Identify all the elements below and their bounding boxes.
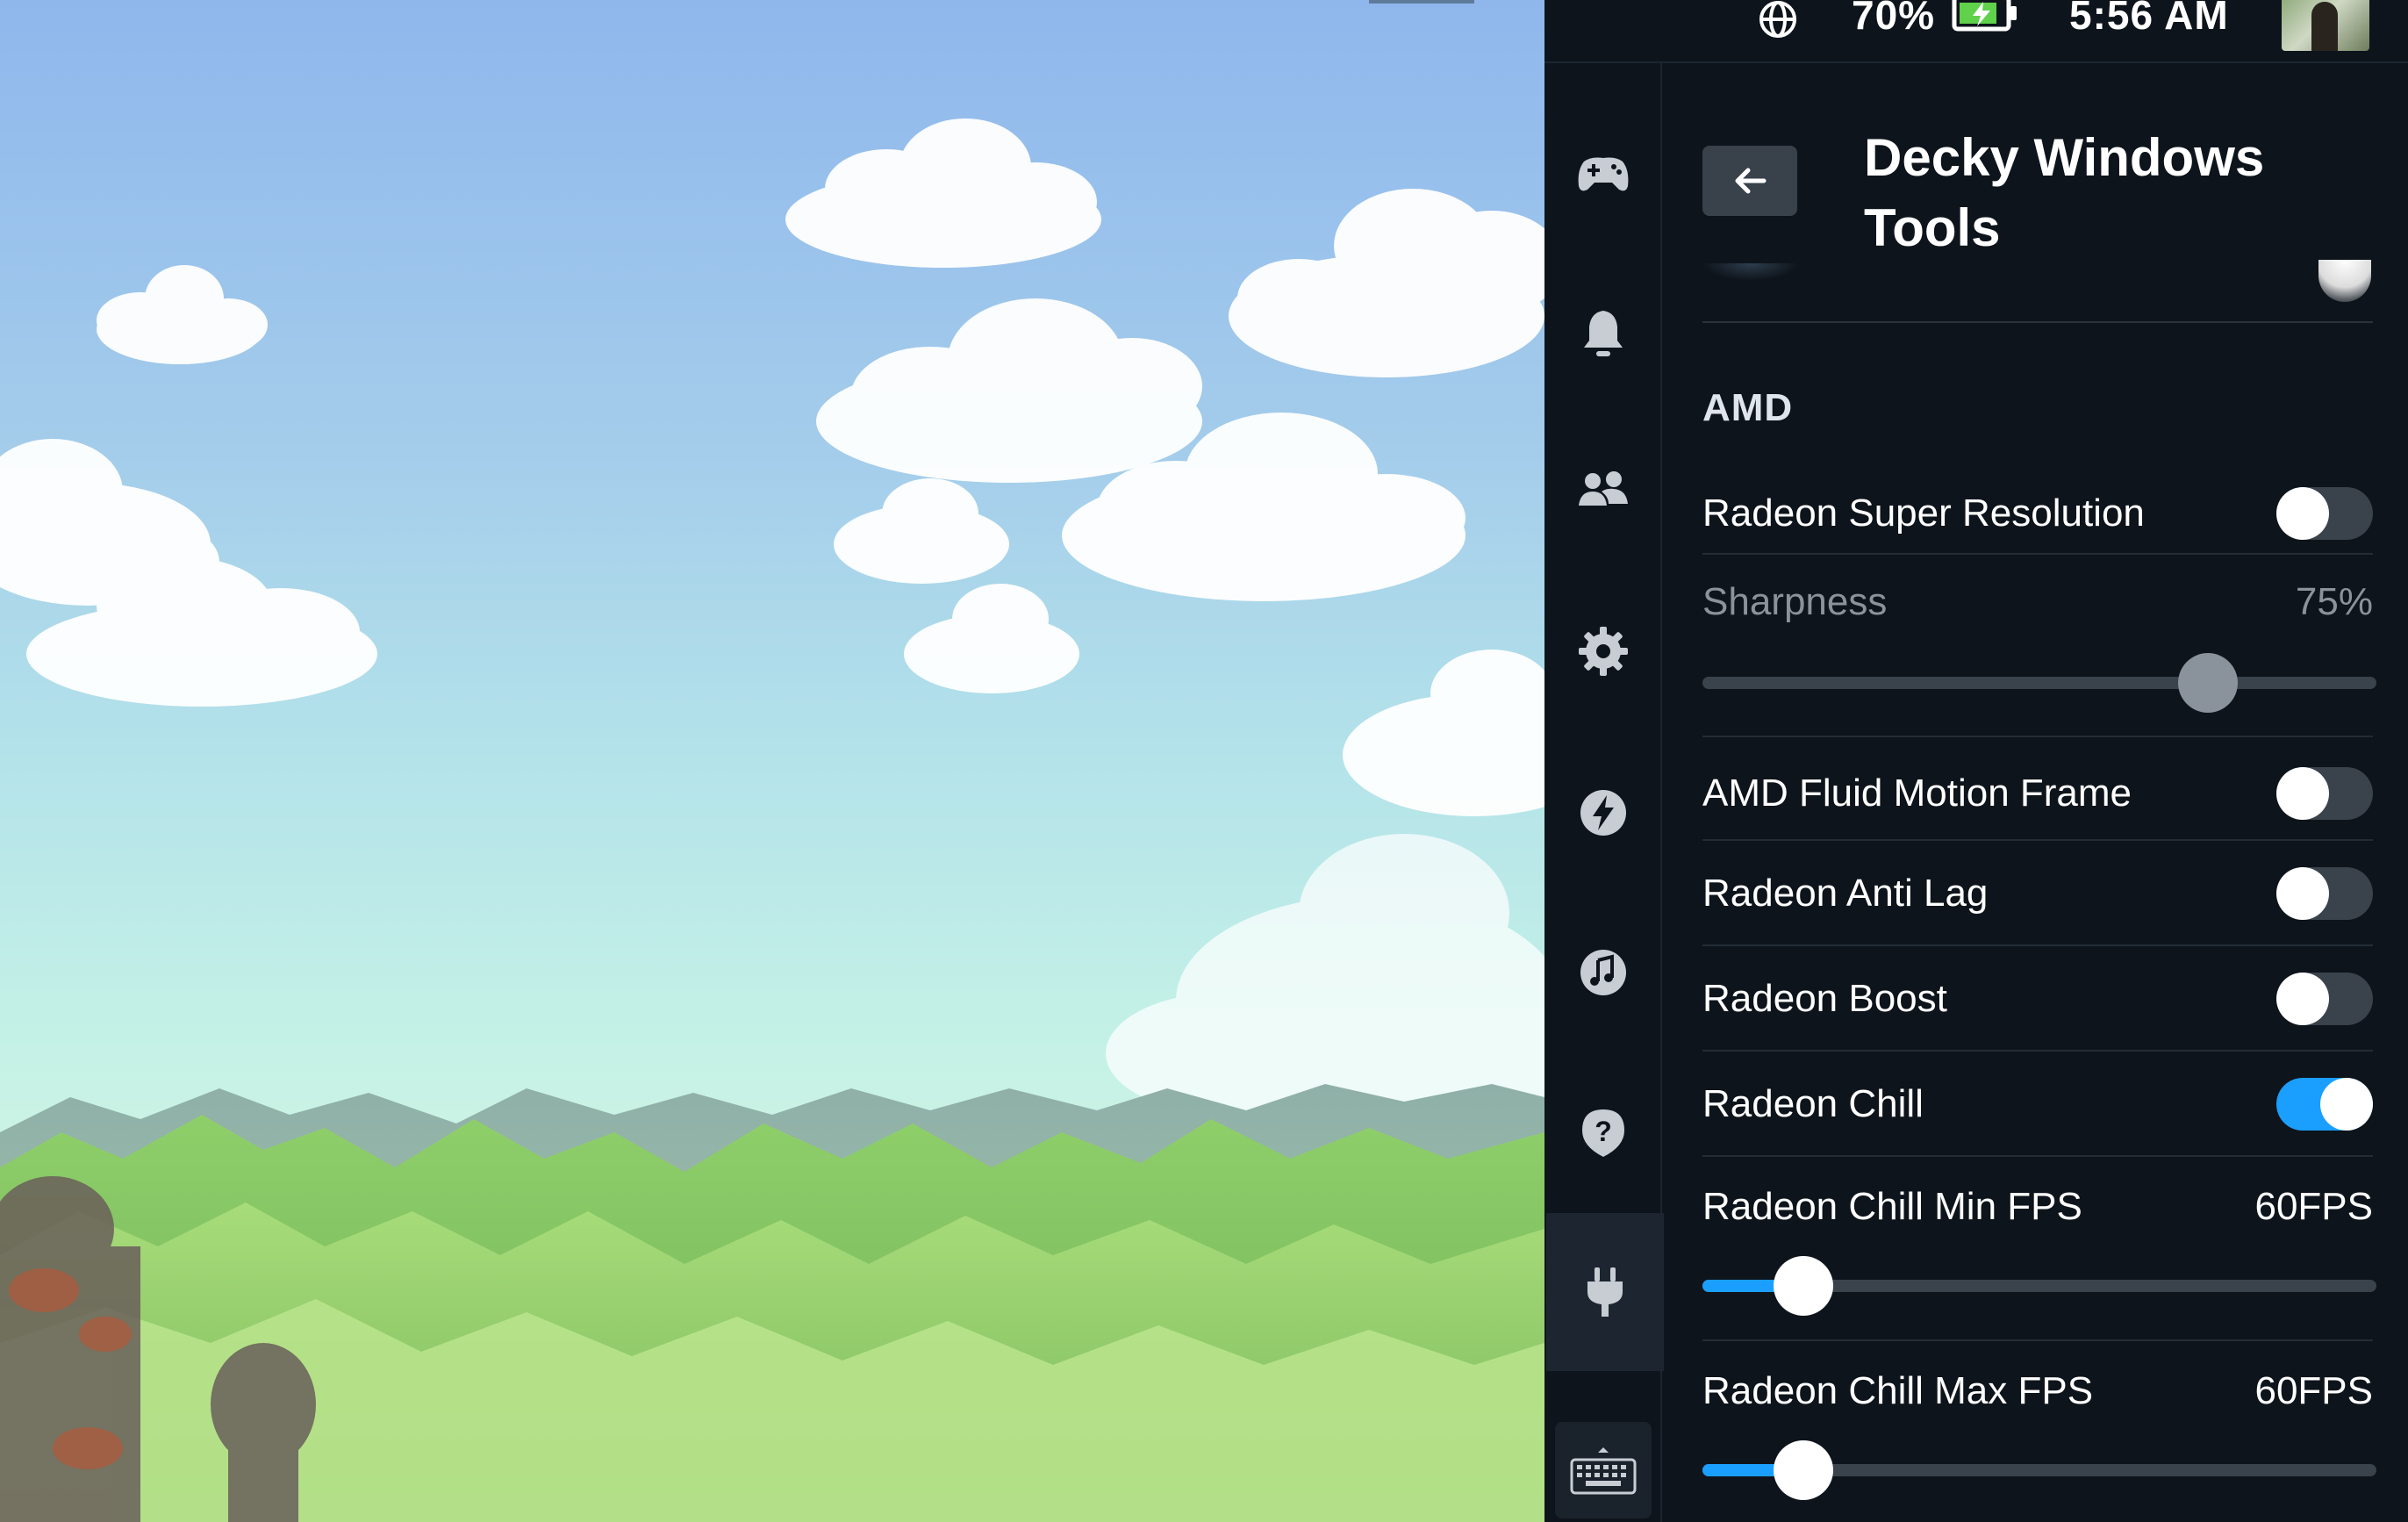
setting-label: Sharpness <box>1702 580 1888 623</box>
clock: 5:56 AM <box>2069 0 2229 38</box>
section-header-amd: AMD <box>1702 386 1794 429</box>
page-title: Decky Windows Tools <box>1864 128 2265 257</box>
globe-icon <box>1759 1 1796 38</box>
nav-item-notifications[interactable] <box>1544 255 1662 413</box>
scroll-fade <box>1702 263 1799 281</box>
divider <box>1702 321 2373 323</box>
nav-item-performance[interactable] <box>1544 734 1662 892</box>
battery-charging-icon <box>1952 0 2017 32</box>
nav-item-friends[interactable] <box>1544 413 1662 571</box>
wallpaper-art <box>0 0 1544 1522</box>
gamepad-icon <box>1578 157 1629 191</box>
keyboard-icon <box>1570 1447 1637 1495</box>
setting-row-sharpness: Sharpness 75% <box>1702 565 2373 639</box>
divider <box>1702 1339 2373 1341</box>
divider <box>1702 736 2373 737</box>
setting-label: Radeon Super Resolution <box>1702 492 2145 535</box>
slider-thumb[interactable] <box>1774 1440 1834 1500</box>
afmf-toggle[interactable] <box>2276 767 2373 820</box>
setting-row-rsr[interactable]: Radeon Super Resolution <box>1702 474 2373 555</box>
rsr-toggle[interactable] <box>2276 487 2373 540</box>
setting-row-chill-max: Radeon Chill Max FPS 60FPS <box>1702 1352 2373 1431</box>
chill-max-value: 60FPS <box>2254 1369 2373 1412</box>
setting-label: Radeon Boost <box>1702 977 1947 1020</box>
setting-label: AMD Fluid Motion Frame <box>1702 772 2132 815</box>
chill-min-fps-slider[interactable] <box>1702 1256 2376 1316</box>
help-icon: ? <box>1582 1109 1624 1157</box>
keyboard-button[interactable] <box>1555 1422 1652 1518</box>
toggle-knob <box>2276 973 2329 1025</box>
slider-thumb[interactable] <box>1774 1256 1834 1316</box>
slider-thumb[interactable] <box>2178 653 2238 713</box>
svg-text:?: ? <box>1595 1116 1612 1147</box>
sharpness-value: 75% <box>2295 580 2373 623</box>
nav-item-settings[interactable] <box>1544 572 1662 730</box>
setting-row-anti-lag[interactable]: Radeon Anti Lag <box>1702 843 2373 946</box>
chill-toggle[interactable] <box>2276 1078 2373 1131</box>
friends-icon <box>1579 471 1628 506</box>
toggle-knob <box>2276 487 2329 540</box>
nav-item-music[interactable] <box>1544 894 1662 1052</box>
nav-item-help[interactable]: ? <box>1544 1053 1662 1211</box>
toggle-knob <box>2320 1078 2373 1131</box>
setting-row-afmf[interactable]: AMD Fluid Motion Frame <box>1702 748 2373 841</box>
anti-lag-toggle[interactable] <box>2276 867 2373 920</box>
boost-toggle[interactable] <box>2276 973 2373 1025</box>
avatar[interactable] <box>2282 0 2369 51</box>
bell-icon <box>1584 311 1623 356</box>
battery-percent: 70% <box>1852 0 1936 38</box>
chill-min-value: 60FPS <box>2254 1185 2373 1228</box>
wallpaper-scene <box>0 0 1544 1522</box>
sharpness-slider[interactable] <box>1702 653 2376 713</box>
back-button[interactable] <box>1702 146 1797 216</box>
nav-item-games[interactable] <box>1544 97 1662 255</box>
nav-item-plugins[interactable] <box>1546 1213 1664 1371</box>
plug-icon <box>1587 1267 1623 1317</box>
setting-label: Radeon Chill <box>1702 1082 1924 1125</box>
toggle-knob <box>2276 767 2329 820</box>
lightning-icon <box>1580 790 1626 836</box>
chill-max-fps-slider[interactable] <box>1702 1440 2376 1500</box>
setting-row-chill-min: Radeon Chill Min FPS 60FPS <box>1702 1167 2373 1246</box>
gear-icon <box>1579 627 1628 676</box>
setting-row-chill[interactable]: Radeon Chill <box>1702 1053 2373 1157</box>
toggle-knob <box>2276 867 2329 920</box>
setting-row-boost[interactable]: Radeon Boost <box>1702 948 2373 1052</box>
setting-label: Radeon Anti Lag <box>1702 872 1989 915</box>
setting-label: Radeon Chill Min FPS <box>1702 1185 2082 1228</box>
back-arrow-icon <box>1735 168 1767 194</box>
setting-label: Radeon Chill Max FPS <box>1702 1369 2094 1412</box>
music-icon <box>1580 950 1626 995</box>
